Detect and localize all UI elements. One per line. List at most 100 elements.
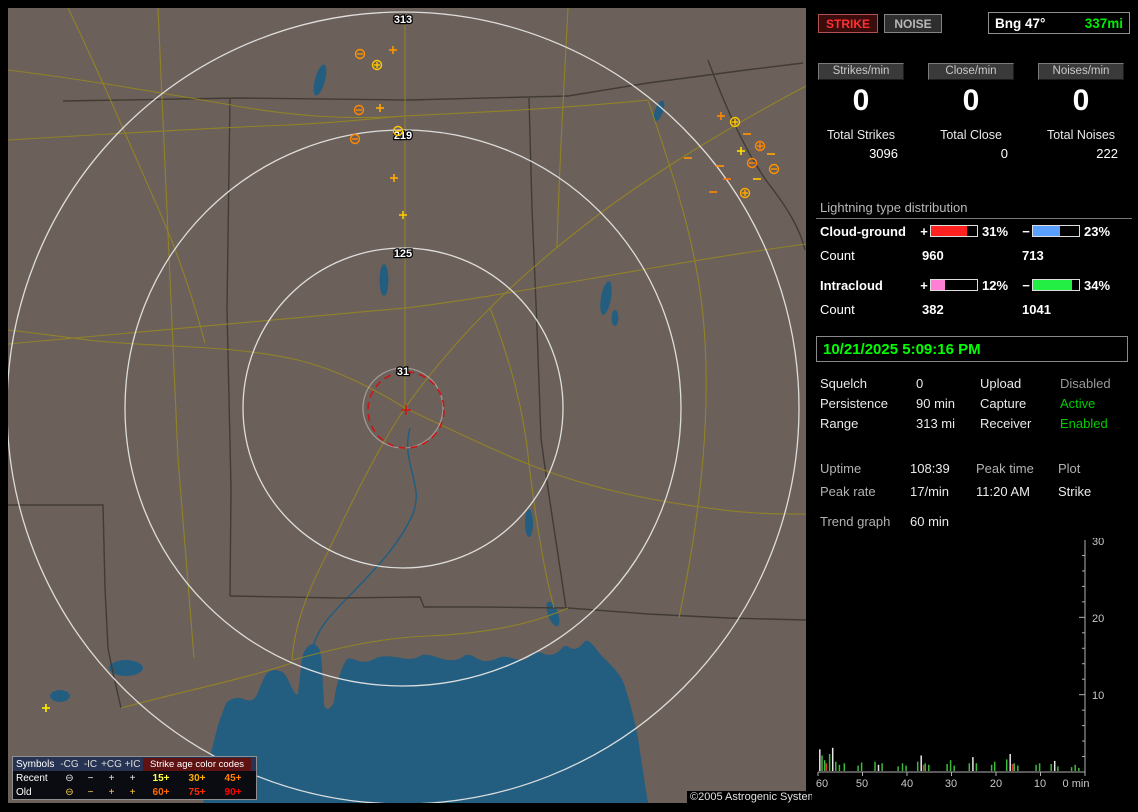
noises-per-min-value: 0	[1038, 84, 1124, 118]
total-close-label: Total Close	[928, 128, 1014, 142]
plus-sign: +	[918, 224, 930, 239]
pos-ic-icon: +	[122, 772, 143, 785]
ic-plus-pct: 12%	[982, 278, 1020, 293]
plus-sign: +	[918, 278, 930, 293]
total-close-value: 0	[928, 146, 1014, 161]
x-tick-40: 40	[901, 778, 913, 790]
total-noises-value: 222	[1038, 146, 1124, 161]
cg-plus-count: 960	[922, 248, 1022, 262]
persistence-label: Persistence	[820, 396, 916, 412]
age-90: 90+	[215, 786, 251, 799]
cg-plus-bar	[930, 225, 978, 237]
x-tick-50: 50	[856, 778, 868, 790]
trend-graph-label: Trend graph	[820, 514, 910, 530]
capture-label: Capture	[980, 396, 1060, 412]
legend-row-old: Old ⊖ − + + 60+ 75+ 90+	[13, 785, 256, 799]
squelch-value: 0	[916, 376, 980, 392]
ic-minus-count: 1041	[1022, 302, 1051, 316]
legend-row-recent: Recent ⊖ − + + 15+ 30+ 45+	[13, 771, 256, 785]
x-tick-20: 20	[990, 778, 1002, 790]
total-strikes-label: Total Strikes	[818, 128, 904, 142]
pos-ic-icon: +	[122, 786, 143, 799]
x-tick-30: 30	[945, 778, 957, 790]
peak-rate-row: Peak rate 17/min 11:20 AM Strike	[812, 484, 1091, 500]
persistence-row: Persistence 90 min Capture Active	[812, 396, 1095, 412]
noise-mode-button[interactable]: NOISE	[884, 14, 942, 33]
trend-graph-row: Trend graph 60 min	[812, 514, 976, 530]
x-tick-10: 10	[1034, 778, 1046, 790]
datetime-display: 10/21/2025 5:09:16 PM	[816, 336, 1128, 362]
neg-ic-icon: −	[80, 772, 101, 785]
cg-minus-bar	[1032, 225, 1080, 237]
uptime-value: 108:39	[910, 461, 976, 477]
trend-chart: 30 20 10 60 50 40 30 20 10 0 min	[812, 538, 1138, 800]
legend-old-label: Old	[13, 786, 59, 799]
strikes-per-min-value: 0	[818, 84, 904, 118]
noises-column: Noises/min 0 Total Noises 222	[1038, 63, 1124, 161]
control-panel: STRIKE NOISE Bng 47° 337mi Strikes/min 0…	[812, 0, 1138, 812]
intracloud-count-row: Count 382 1041	[820, 302, 1051, 316]
close-column: Close/min 0 Total Close 0	[928, 63, 1014, 161]
persistence-value: 90 min	[916, 396, 980, 412]
count-label: Count	[820, 248, 922, 262]
squelch-row: Squelch 0 Upload Disabled	[812, 376, 1111, 392]
peak-time-label: Peak time	[976, 461, 1058, 477]
copyright-text: ©2005 Astrogenic Systems	[687, 791, 825, 803]
age-75: 75+	[179, 786, 215, 799]
chart-labels: 30 20 10 60 50 40 30 20 10 0 min	[816, 538, 1104, 790]
cg-minus-pct: 23%	[1084, 224, 1122, 239]
cloud-ground-row: Cloud-ground + 31% − 23%	[820, 224, 1122, 238]
legend-col-neg-ic: -IC	[80, 758, 101, 771]
peak-rate-label: Peak rate	[820, 484, 910, 500]
uptime-row: Uptime 108:39 Peak time Plot	[812, 461, 1080, 477]
ic-plus-count: 382	[922, 302, 1022, 316]
x-tick-60: 60	[816, 778, 828, 790]
age-15: 15+	[143, 772, 179, 785]
neg-cg-icon: ⊖	[59, 772, 80, 785]
range-label: Range	[820, 416, 916, 432]
total-strikes-value: 3096	[818, 146, 904, 161]
close-per-min-button[interactable]: Close/min	[928, 63, 1014, 80]
neg-cg-icon: ⊖	[59, 786, 80, 799]
radar-map[interactable]: 313 219 125 31 Symbols -CG -IC +CG +IC S…	[8, 8, 806, 803]
age-30: 30+	[179, 772, 215, 785]
ic-plus-bar	[930, 279, 978, 291]
receiver-status: Enabled	[1060, 416, 1108, 432]
uptime-label: Uptime	[820, 461, 910, 477]
neg-ic-icon: −	[80, 786, 101, 799]
squelch-label: Squelch	[820, 376, 916, 392]
strikes-per-min-button[interactable]: Strikes/min	[818, 63, 904, 80]
chart-axes	[818, 540, 1085, 772]
distribution-title: Lightning type distribution	[820, 200, 967, 215]
total-noises-label: Total Noises	[1038, 128, 1124, 142]
legend-col-neg-cg: -CG	[59, 758, 80, 771]
age-45: 45+	[215, 772, 251, 785]
trend-window-value: 60 min	[910, 514, 976, 530]
strike-mode-button[interactable]: STRIKE	[818, 14, 878, 33]
minus-sign: −	[1020, 278, 1032, 293]
age-60: 60+	[143, 786, 179, 799]
bearing-distance-display: Bng 47° 337mi	[988, 12, 1130, 34]
x-tick-0: 0 min	[1063, 778, 1090, 790]
ring-label-31: 31	[397, 366, 409, 378]
legend-col-pos-cg: +CG	[101, 758, 122, 771]
divider	[816, 218, 1132, 219]
chart-spikes	[820, 748, 1079, 771]
upload-status: Disabled	[1060, 376, 1111, 392]
ic-minus-pct: 34%	[1084, 278, 1122, 293]
legend-col-pos-ic: +IC	[122, 758, 143, 771]
range-row: Range 313 mi Receiver Enabled	[812, 416, 1108, 432]
noises-per-min-button[interactable]: Noises/min	[1038, 63, 1124, 80]
peak-rate-value: 17/min	[910, 484, 976, 500]
plot-label: Plot	[1058, 461, 1080, 477]
cloud-ground-label: Cloud-ground	[820, 224, 918, 239]
cloud-ground-count-row: Count 960 713	[820, 248, 1044, 262]
peak-time-value: 11:20 AM	[976, 484, 1058, 500]
cg-plus-pct: 31%	[982, 224, 1020, 239]
y-tick-20: 20	[1092, 613, 1104, 625]
intracloud-label: Intracloud	[820, 278, 918, 293]
chart-ticks	[818, 555, 1085, 776]
receiver-label: Receiver	[980, 416, 1060, 432]
map-legend: Symbols -CG -IC +CG +IC Strike age color…	[12, 756, 257, 800]
pos-cg-icon: +	[101, 772, 122, 785]
